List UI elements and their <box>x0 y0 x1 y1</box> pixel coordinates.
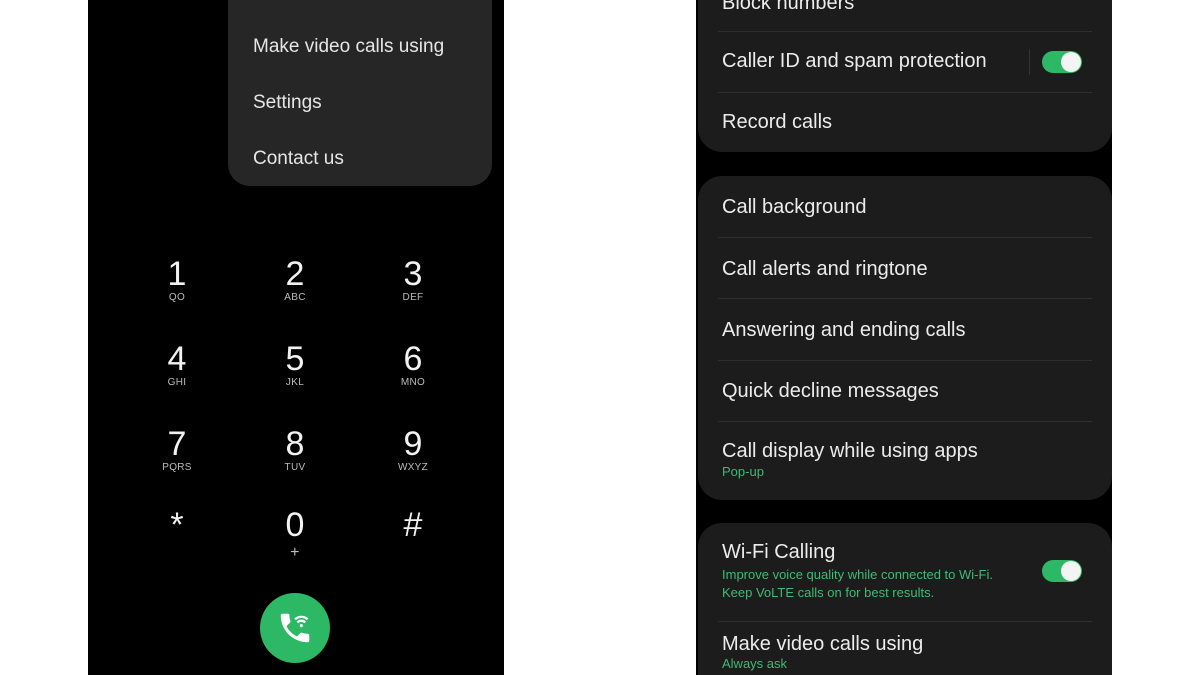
settings-group-3: Wi-Fi Calling Improve voice quality whil… <box>698 523 1112 675</box>
key-6[interactable]: 6 MNO <box>373 341 453 389</box>
divider <box>718 360 1092 361</box>
key-5[interactable]: 5 JKL <box>255 341 335 389</box>
setting-call-alerts[interactable]: Call alerts and ringtone <box>722 258 1092 281</box>
key-3[interactable]: 3 DEF <box>373 256 453 304</box>
setting-value: Pop-up <box>722 464 764 479</box>
key-#[interactable]: # <box>373 507 453 543</box>
key-digit: 7 <box>167 425 187 463</box>
menu-item-contact-us[interactable]: Contact us <box>253 148 344 170</box>
key-2[interactable]: 2 ABC <box>255 256 335 304</box>
key-digit: 0 <box>285 506 305 544</box>
key-letters: MNO <box>400 377 426 388</box>
menu-item-settings[interactable]: Settings <box>253 92 322 114</box>
divider <box>718 621 1092 622</box>
key-letters: JKL <box>285 377 305 388</box>
settings-group-1: Block numbers Caller ID and spam protect… <box>698 0 1112 152</box>
key-digit: 1 <box>167 255 187 293</box>
setting-label: Wi-Fi Calling <box>722 541 836 563</box>
dialer-screen: Make video calls using Settings Contact … <box>88 0 504 675</box>
setting-label: Make video calls using <box>722 633 924 655</box>
key-digit: 9 <box>403 425 423 463</box>
caller-id-toggle[interactable] <box>1042 51 1082 73</box>
key-letters: QO <box>168 292 186 303</box>
settings-group-2: Call background Call alerts and ringtone… <box>698 176 1112 500</box>
setting-record-calls[interactable]: Record calls <box>722 111 1092 134</box>
key-letters: WXYZ <box>397 462 429 473</box>
key-digit: * <box>170 506 184 544</box>
wifi-calling-toggle[interactable] <box>1042 560 1082 582</box>
key-digit: 6 <box>403 340 423 378</box>
divider <box>1029 49 1030 75</box>
key-digit: 5 <box>285 340 305 378</box>
key-letters: ABC <box>284 292 306 303</box>
key-digit: 2 <box>285 255 305 293</box>
key-9[interactable]: 9 WXYZ <box>373 426 453 474</box>
setting-description: Improve voice quality while connected to… <box>722 567 993 600</box>
key-digit: 3 <box>403 255 423 293</box>
key-7[interactable]: 7 PQRS <box>137 426 217 474</box>
key-letters: GHI <box>167 377 187 388</box>
divider <box>718 421 1092 422</box>
key-digit: # <box>403 506 423 544</box>
setting-video-calls[interactable]: Make video calls using Always ask <box>722 633 1092 672</box>
setting-answering-ending[interactable]: Answering and ending calls <box>722 319 1092 342</box>
key-8[interactable]: 8 TUV <box>255 426 335 474</box>
key-letters: + <box>290 544 300 561</box>
key-1[interactable]: 1 QO <box>137 256 217 304</box>
menu-item-video-calls[interactable]: Make video calls using <box>253 36 444 58</box>
setting-caller-id[interactable]: Caller ID and spam protection <box>722 50 1092 73</box>
key-digit: 4 <box>167 340 187 378</box>
setting-call-display[interactable]: Call display while using apps Pop-up <box>722 440 1092 481</box>
setting-call-background[interactable]: Call background <box>722 196 1092 219</box>
setting-label: Call display while using apps <box>722 440 978 462</box>
call-button[interactable] <box>260 593 330 663</box>
setting-wifi-calling[interactable]: Wi-Fi Calling Improve voice quality whil… <box>722 541 1022 602</box>
divider <box>718 298 1092 299</box>
overflow-menu: Make video calls using Settings Contact … <box>228 0 492 186</box>
setting-quick-decline[interactable]: Quick decline messages <box>722 380 1092 403</box>
key-0[interactable]: 0 + <box>255 506 335 561</box>
key-letters: PQRS <box>162 462 192 473</box>
divider <box>718 92 1092 93</box>
key-digit: 8 <box>285 425 305 463</box>
screenshot: Make video calls using Settings Contact … <box>0 0 1200 675</box>
key-*[interactable]: * <box>137 507 217 543</box>
divider <box>718 237 1092 238</box>
call-settings-screen: Block numbers Caller ID and spam protect… <box>696 0 1112 675</box>
setting-block-numbers[interactable]: Block numbers <box>722 0 1092 15</box>
setting-value: Always ask <box>722 656 788 671</box>
key-4[interactable]: 4 GHI <box>137 341 217 389</box>
divider <box>718 31 1092 32</box>
wifi-call-icon <box>280 613 310 643</box>
key-letters: TUV <box>284 462 306 473</box>
key-letters: DEF <box>402 292 424 303</box>
